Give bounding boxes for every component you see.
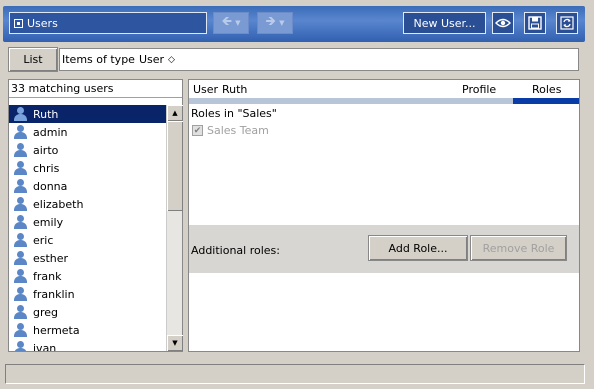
document-icon xyxy=(14,18,23,28)
user-icon xyxy=(13,161,27,175)
user-icon xyxy=(13,269,27,283)
item-type-prefix: Items of type xyxy=(62,53,135,66)
preview-button[interactable] xyxy=(492,12,514,34)
list-item[interactable]: elizabeth xyxy=(9,195,166,213)
user-icon xyxy=(13,107,27,121)
role-label: Sales Team xyxy=(207,124,269,137)
dropdown-diamond-icon[interactable]: ◇ xyxy=(168,55,175,65)
vertical-scrollbar[interactable]: ▲ ▼ xyxy=(166,105,183,351)
window-title-text: Users xyxy=(27,16,58,30)
list-item[interactable]: donna xyxy=(9,177,166,195)
arrow-right-icon: 🡺 xyxy=(265,14,277,29)
list-item[interactable]: airto xyxy=(9,141,166,159)
list-item[interactable]: emily xyxy=(9,213,166,231)
user-name-label: airto xyxy=(33,143,59,157)
role-checkbox: ✔ xyxy=(192,125,203,136)
match-count: 33 matching users xyxy=(9,80,182,98)
floppy-disk-icon xyxy=(528,16,542,30)
back-button[interactable]: 🡸 ▼ xyxy=(213,12,249,34)
scroll-up-button[interactable]: ▲ xyxy=(167,105,183,121)
eye-icon xyxy=(495,18,511,28)
user-name-label: franklin xyxy=(33,287,75,301)
user-name-label: Ruth xyxy=(33,107,59,121)
list-item[interactable]: franklin xyxy=(9,285,166,303)
user-list[interactable]: Ruth admin airto chris donna elizabeth emily er… xyxy=(9,105,166,351)
active-tab-indicator xyxy=(513,98,579,104)
list-item[interactable]: ivan xyxy=(9,339,166,351)
user-icon xyxy=(13,125,27,139)
users-panel: 33 matching users Ruth admin airto chris don… xyxy=(8,79,183,352)
user-icon xyxy=(13,233,27,247)
detail-panel: User Ruth Profile Roles Roles in "Sales"… xyxy=(188,79,580,352)
detail-header: User Ruth Profile Roles xyxy=(189,80,579,98)
additional-roles-label: Additional roles: xyxy=(191,244,280,257)
user-icon xyxy=(13,287,27,301)
chevron-down-icon: ▼ xyxy=(235,19,241,27)
user-icon xyxy=(13,143,27,157)
user-icon xyxy=(13,215,27,229)
list-item[interactable]: eric xyxy=(9,231,166,249)
user-name-label: chris xyxy=(33,161,60,175)
user-icon xyxy=(13,179,27,193)
user-name: Ruth xyxy=(222,82,248,96)
user-icon xyxy=(13,323,27,337)
role-checkbox-row: ✔ Sales Team xyxy=(192,124,269,137)
scroll-down-button[interactable]: ▼ xyxy=(167,335,183,351)
user-name-label: donna xyxy=(33,179,68,193)
list-item[interactable]: frank xyxy=(9,267,166,285)
list-item[interactable]: chris xyxy=(9,159,166,177)
item-type-selector[interactable]: Items of type User ◇ xyxy=(59,48,579,71)
list-item[interactable]: esther xyxy=(9,249,166,267)
chevron-down-icon: ▼ xyxy=(279,19,285,27)
user-name-label: emily xyxy=(33,215,64,229)
user-icon xyxy=(13,305,27,319)
remove-role-button[interactable]: Remove Role xyxy=(470,235,567,261)
list-item[interactable]: admin xyxy=(9,123,166,141)
list-item[interactable]: Ruth xyxy=(9,105,166,123)
new-user-button[interactable]: New User... xyxy=(403,12,486,34)
scroll-thumb[interactable] xyxy=(167,121,183,211)
additional-roles-area: Additional roles: Add Role... Remove Rol… xyxy=(189,225,579,273)
refresh-button[interactable] xyxy=(556,12,578,34)
refresh-icon xyxy=(560,16,574,30)
tab-roles[interactable]: Roles xyxy=(532,83,561,96)
user-name-label: frank xyxy=(33,269,62,283)
add-role-button[interactable]: Add Role... xyxy=(368,235,468,261)
window-title: Users xyxy=(9,12,207,34)
arrow-left-icon: 🡸 xyxy=(221,14,233,29)
user-icon xyxy=(13,197,27,211)
tab-profile[interactable]: Profile xyxy=(462,83,496,96)
user-name-label: eric xyxy=(33,233,54,247)
user-icon xyxy=(13,341,27,351)
list-item[interactable]: greg xyxy=(9,303,166,321)
user-name-label: hermeta xyxy=(33,323,80,337)
list-item[interactable]: hermeta xyxy=(9,321,166,339)
user-name-label: ivan xyxy=(33,341,57,352)
user-icon xyxy=(13,251,27,265)
user-name-label: esther xyxy=(33,251,69,265)
list-button[interactable]: List xyxy=(8,47,58,72)
tab-indicator-strip xyxy=(189,98,579,104)
user-label: User xyxy=(193,82,219,96)
user-name-label: elizabeth xyxy=(33,197,84,211)
user-name-label: greg xyxy=(33,305,59,319)
user-name-label: admin xyxy=(33,125,68,139)
roles-in-heading: Roles in "Sales" xyxy=(191,107,277,120)
title-bar: Users 🡸 ▼ 🡺 ▼ New User... xyxy=(3,6,585,42)
save-button[interactable] xyxy=(524,12,546,34)
forward-button[interactable]: 🡺 ▼ xyxy=(257,12,293,34)
status-bar xyxy=(5,364,585,384)
item-type-value: User xyxy=(138,53,165,66)
